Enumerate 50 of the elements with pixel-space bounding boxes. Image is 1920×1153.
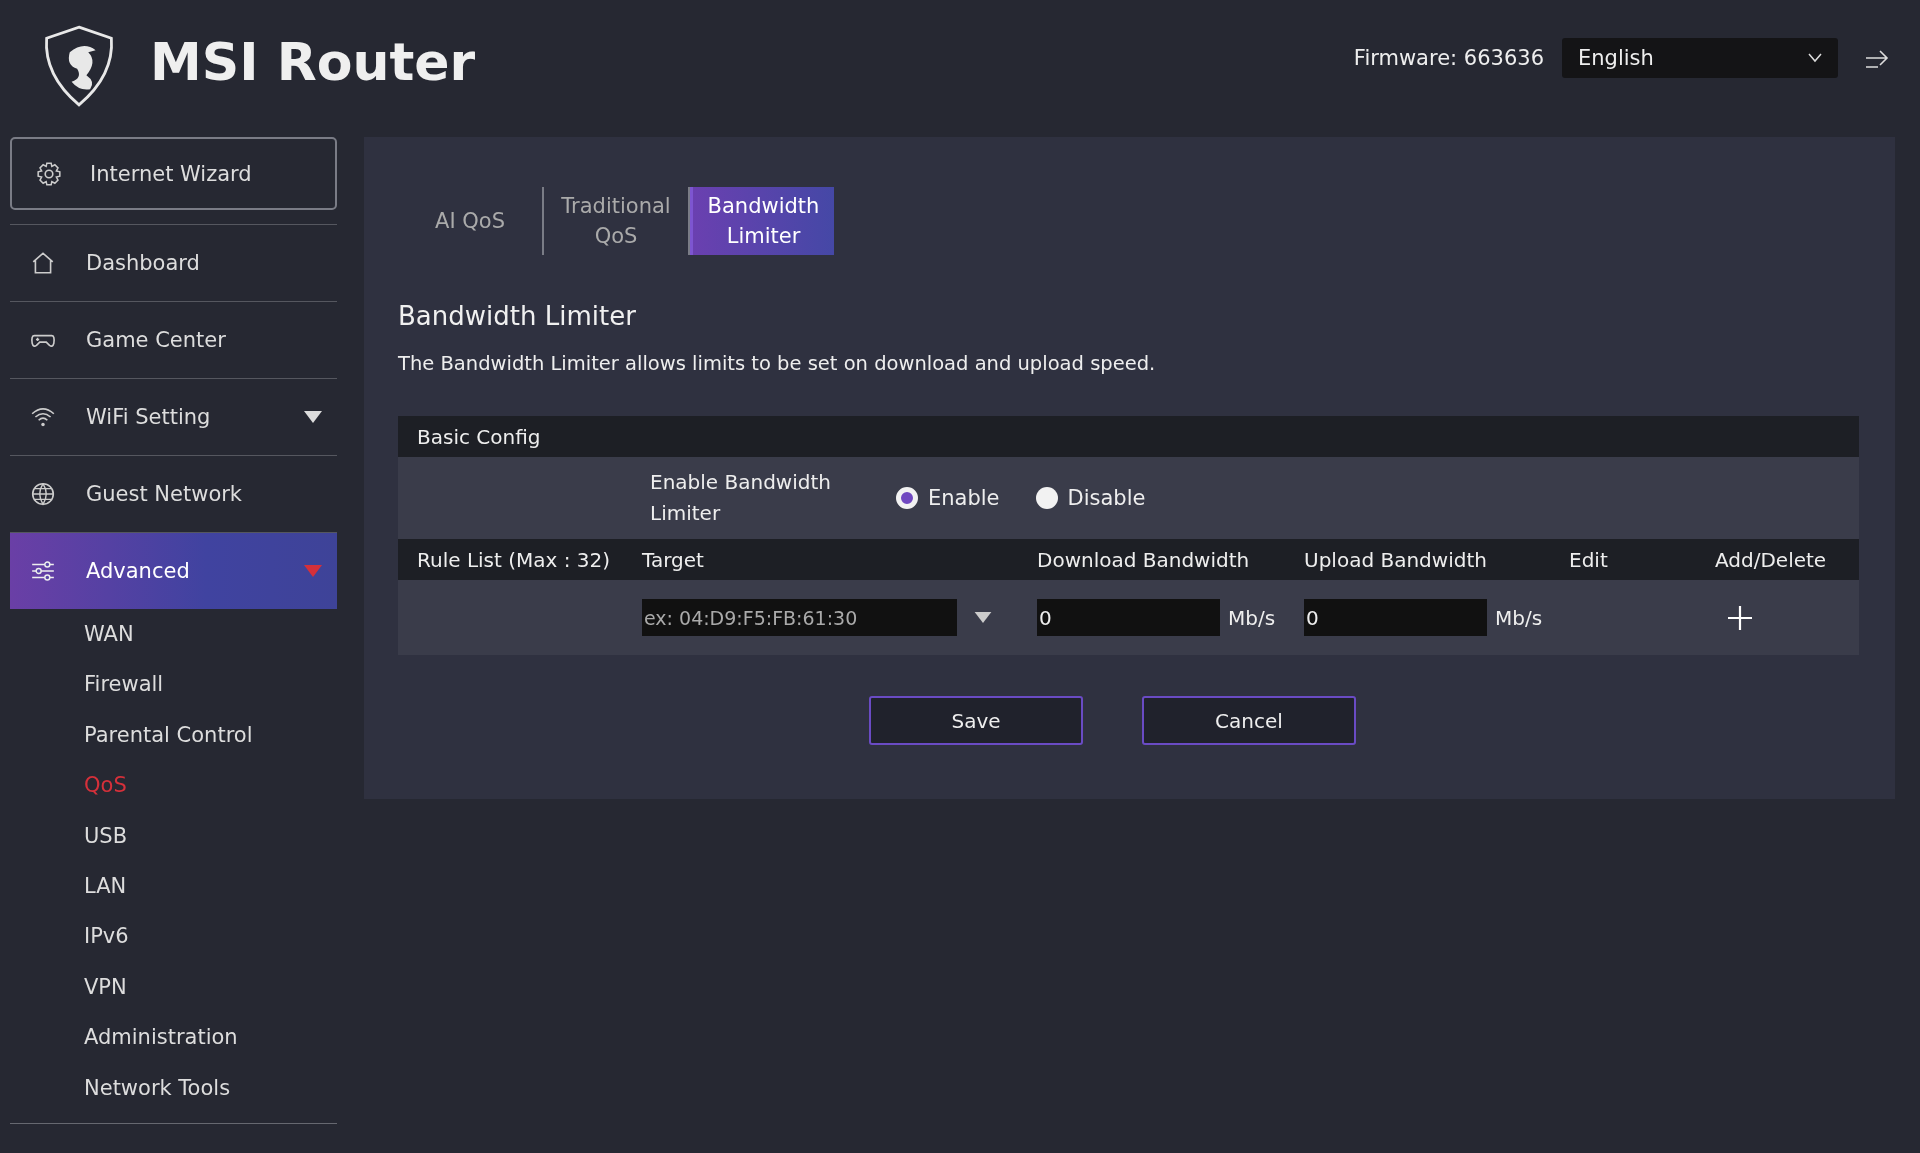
column-header: Target: [642, 547, 705, 572]
unit-label: Mb/s: [1228, 605, 1276, 630]
dropdown-caret-icon: [1808, 52, 1822, 63]
download-field[interactable]: 0: [1037, 599, 1220, 636]
radio-option[interactable]: Disable: [1035, 486, 1146, 510]
submenu-item[interactable]: IPv6: [84, 911, 129, 962]
cancel-button[interactable]: Cancel: [1142, 696, 1356, 745]
section-title: Bandwidth Limiter: [398, 301, 637, 331]
submenu-item[interactable]: Administration: [84, 1012, 238, 1063]
column-header: Upload Bandwidth: [1304, 547, 1488, 572]
unit-label: Mb/s: [1495, 605, 1543, 630]
submenu-item[interactable]: VPN: [84, 961, 127, 1013]
gear-icon: [36, 160, 62, 187]
target-field[interactable]: ex: 04:D9:F5:FB:61:30: [642, 599, 957, 636]
table-header: Basic Config: [417, 424, 541, 449]
caret-icon: [303, 410, 323, 424]
tab[interactable]: Bandwidth Limiter: [690, 187, 834, 255]
internet-wizard-button[interactable]: Internet Wizard: [10, 137, 337, 210]
submenu-item[interactable]: LAN: [84, 861, 127, 912]
submenu-item[interactable]: Firewall: [84, 659, 164, 710]
globe-icon: [30, 481, 56, 507]
field-label: Enable Bandwidth Limiter: [650, 469, 832, 527]
radio-button[interactable]: [1035, 487, 1058, 509]
radio-button[interactable]: [896, 487, 918, 509]
submenu-item[interactable]: Network Tools: [84, 1062, 231, 1114]
firmware-version: Firmware: 663636: [1353, 45, 1544, 70]
caret-icon: [303, 564, 323, 578]
sidebar-item[interactable]: WiFi Setting: [10, 378, 337, 455]
sidebar-item[interactable]: Dashboard: [10, 224, 337, 301]
language-dropdown[interactable]: English: [1562, 37, 1838, 78]
sidebar-item[interactable]: Advanced: [10, 532, 337, 609]
home-icon: [30, 250, 56, 276]
submenu-item[interactable]: Parental Control: [84, 709, 253, 761]
sliders-icon: [30, 558, 56, 584]
tab[interactable]: AI QoS: [398, 187, 542, 255]
section-description: The Bandwidth Limiter allows limits to be set on download and upload speed.: [398, 352, 1157, 375]
column-header: Download Bandwidth: [1037, 547, 1251, 572]
upload-field[interactable]: 0: [1304, 599, 1487, 636]
add-icon[interactable]: [1727, 604, 1753, 631]
save-button[interactable]: Save: [869, 696, 1083, 745]
column-header: Rule List (Max : 32): [417, 547, 612, 572]
submenu-item[interactable]: USB: [84, 810, 128, 862]
sidebar-item[interactable]: Game Center: [10, 301, 337, 378]
tab[interactable]: Traditional QoS: [544, 187, 688, 255]
submenu-item[interactable]: WAN: [84, 609, 134, 660]
dropdown-caret-icon[interactable]: [973, 611, 993, 624]
radio-option[interactable]: Enable: [896, 486, 1000, 510]
column-header: Edit: [1569, 547, 1609, 572]
column-header: Add/Delete: [1715, 547, 1828, 572]
app-title: MSI Router: [150, 31, 476, 92]
